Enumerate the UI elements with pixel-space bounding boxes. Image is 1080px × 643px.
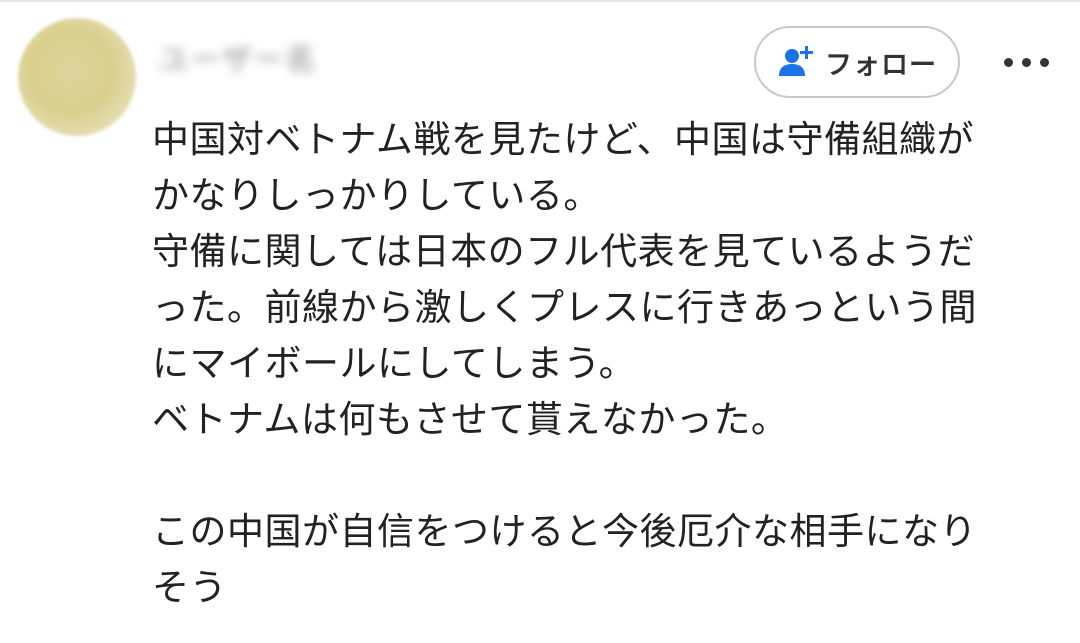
avatar[interactable] — [18, 18, 136, 136]
username[interactable]: ユーザー名 — [158, 34, 463, 80]
comment-line: にマイボールにしてしまう。 — [152, 342, 637, 385]
top-divider — [0, 0, 1080, 2]
comment-line: 中国対ベトナム戦を見たけど、中国は守備組織が — [152, 118, 975, 161]
add-user-icon — [779, 46, 813, 76]
more-dot — [1021, 57, 1031, 67]
comment-line: かなりしっかりしている。 — [152, 174, 601, 217]
comment-line: ベトナムは何もさせて貰えなかった。 — [152, 398, 789, 441]
follow-button[interactable]: フォロー — [754, 26, 960, 98]
follow-label: フォロー — [825, 49, 937, 81]
comment-line: この中国が自信をつけると今後厄介な相手になり — [152, 510, 977, 553]
comment-body: 中国対ベトナム戦を見たけど、中国は守備組織が かなりしっかりしている。 守備に関… — [152, 112, 1052, 616]
comment-blank-line — [152, 448, 1052, 504]
comment-line: 守備に関しては日本のフル代表を見ているようだ — [152, 230, 976, 273]
more-dot — [1003, 57, 1013, 67]
comment-line: った。前線から激しくプレスに行きあっという間 — [152, 286, 977, 329]
more-dot — [1039, 57, 1049, 67]
comment-line: そう — [152, 566, 227, 609]
more-options-button[interactable] — [996, 38, 1056, 86]
